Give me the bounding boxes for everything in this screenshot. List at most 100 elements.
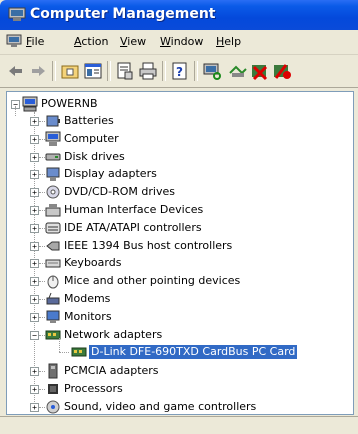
cdrom-icon [46,185,60,199]
update-driver-icon[interactable] [228,61,248,81]
ide-controller-icon [45,222,61,234]
tree-category-label: Monitors [64,310,112,323]
expand-icon[interactable]: + [30,313,39,322]
keyboard-icon [45,259,61,268]
tree-connector [59,352,69,353]
ieee1394-icon [46,241,60,251]
show-hide-tree-icon[interactable] [83,61,103,81]
toolbar-separator [52,61,56,81]
hid-icon [45,204,61,217]
menu-window[interactable]: Window [160,35,203,48]
expand-icon[interactable]: + [30,224,39,233]
scan-hardware-icon[interactable] [202,61,222,81]
tree-device[interactable]: D-Link DFE-690TXD CardBus PC Card [7,338,347,360]
print-icon[interactable] [138,61,158,81]
tree-category[interactable]: + Processors [7,381,347,397]
properties-icon[interactable] [115,61,135,81]
toolbar-separator [107,61,111,81]
network-card-icon [71,347,87,357]
display-adapter-icon [46,167,60,181]
toolbar-separator [162,61,166,81]
tree-category[interactable]: + Human Interface Devices [7,202,347,218]
svg-text:?: ? [176,65,183,79]
disable-icon[interactable] [272,61,292,81]
tree-category-label: Disk drives [64,150,125,163]
up-level-icon[interactable] [60,61,80,81]
menu-help[interactable]: Help [216,35,241,48]
back-icon[interactable] [6,61,26,81]
toolbar-separator [194,61,198,81]
tree-category[interactable]: + Computer [7,131,347,147]
computer-icon [45,131,61,146]
toolbar: ? [0,55,358,88]
expand-icon[interactable]: + [30,295,39,304]
expand-icon[interactable]: + [30,385,39,394]
tree-category[interactable]: + Monitors [7,309,347,325]
expand-icon[interactable]: + [30,242,39,251]
tree-category-label: IDE ATA/ATAPI controllers [64,221,202,234]
disk-drive-icon [45,153,61,161]
collapse-icon[interactable]: − [30,331,39,340]
mouse-icon [47,275,59,289]
help-icon[interactable]: ? [170,61,190,81]
tree-category-label: Modems [64,292,111,305]
device-tree[interactable]: − POWERNB + Batteries + Computer + Disk drive… [6,91,354,415]
menu-file[interactable]: File [26,35,44,48]
tree-category-label: Network adapters [64,328,163,341]
menu-action[interactable]: Action [74,35,108,48]
tree-category[interactable]: + DVD/CD-ROM drives [7,184,347,200]
modem-icon [46,292,60,305]
tree-category[interactable]: + Modems [7,291,347,307]
computer-management-window: Computer Management File Action View Win… [0,0,358,434]
tree-root[interactable]: − POWERNB [9,96,129,112]
expand-icon[interactable]: + [30,153,39,162]
tree-category-label: IEEE 1394 Bus host controllers [64,239,233,252]
root-label: POWERNB [41,97,98,110]
menu-view[interactable]: View [120,35,146,48]
expand-icon[interactable]: + [30,259,39,268]
tree-connector [59,338,60,352]
tree-category-label: Sound, video and game controllers [64,400,257,413]
tree-device-label: D-Link DFE-690TXD CardBus PC Card [87,344,299,360]
tree-category[interactable]: + Mice and other pointing devices [7,273,347,289]
expand-icon[interactable]: + [30,135,39,144]
tree-category[interactable]: + Keyboards [7,255,347,271]
title-bar[interactable]: Computer Management [0,0,358,30]
expand-icon[interactable]: + [30,403,39,412]
tree-category[interactable]: + IEEE 1394 Bus host controllers [7,238,347,254]
expand-icon[interactable]: + [30,206,39,215]
uninstall-icon[interactable] [250,61,270,81]
expand-icon[interactable]: + [30,367,39,376]
window-title: Computer Management [30,6,216,22]
expand-icon[interactable]: + [30,117,39,126]
computer-management-icon [8,7,26,21]
tree-category[interactable]: + PCMCIA adapters [7,363,347,379]
menu-bar: File Action View Window Help [0,30,358,55]
tree-category-label: Keyboards [64,256,122,269]
monitor-icon [46,310,60,323]
tree-category-label: DVD/CD-ROM drives [64,185,175,198]
tree-category-label: PCMCIA adapters [64,364,159,377]
sound-icon [46,400,60,414]
tree-category-label: Computer [64,132,119,145]
tree-category[interactable]: + Sound, video and game controllers [7,399,347,414]
tree-category[interactable]: + Display adapters [7,166,347,182]
forward-icon[interactable] [28,61,48,81]
tree-category[interactable]: + Batteries [7,113,347,129]
tree-category-label: Human Interface Devices [64,203,204,216]
tree-category[interactable]: + IDE ATA/ATAPI controllers [7,220,347,236]
tree-category[interactable]: − Network adapters [7,327,347,343]
pcmcia-icon [48,363,58,379]
tree-category-label: Mice and other pointing devices [64,274,241,287]
battery-icon [46,115,60,127]
status-bar [0,416,358,434]
expand-icon[interactable]: + [30,188,39,197]
expand-icon[interactable]: + [30,170,39,179]
tree-category-label: Batteries [64,114,114,127]
processor-icon [48,384,58,394]
system-menu-icon[interactable] [6,34,22,48]
expand-icon[interactable]: + [30,277,39,286]
tree-category[interactable]: + Disk drives [7,149,347,165]
computer-icon [22,96,38,112]
tree-category-label: Processors [64,382,123,395]
